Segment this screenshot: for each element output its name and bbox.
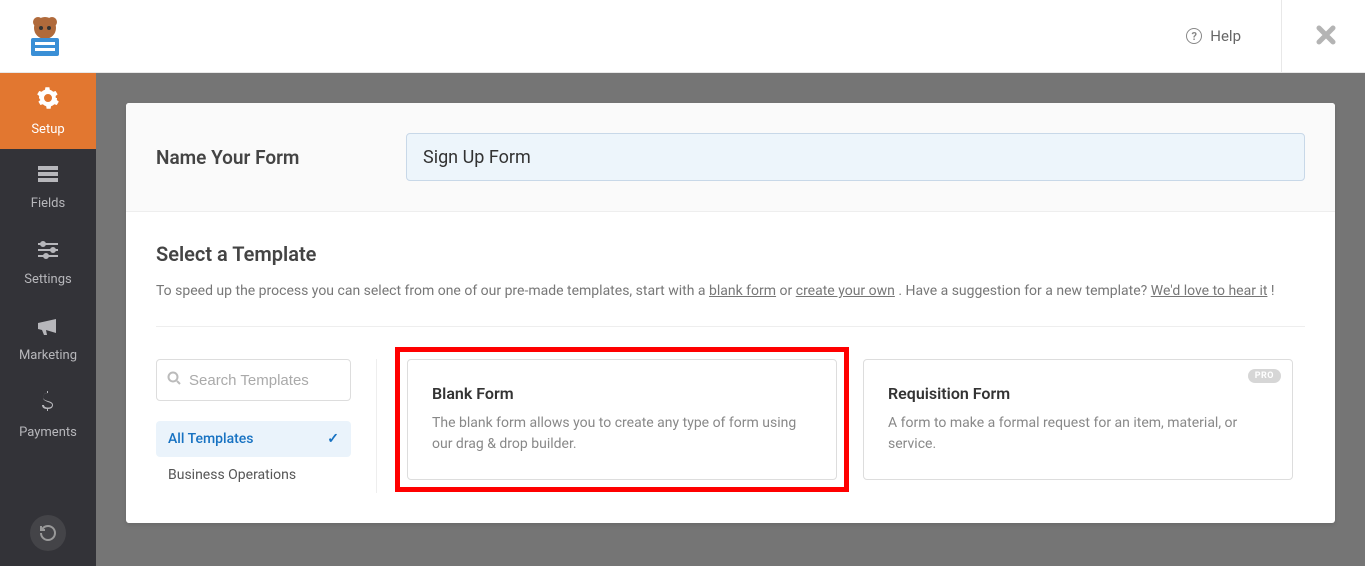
- form-name-input[interactable]: [406, 133, 1305, 181]
- category-label: Business Operations: [168, 467, 296, 483]
- topbar: ? Help: [0, 0, 1365, 73]
- topbar-right: ? Help: [1186, 0, 1345, 73]
- template-cards: Blank Form The blank form allows you to …: [376, 359, 1305, 493]
- search-templates[interactable]: [156, 359, 351, 401]
- template-card-blank-form-wrap: Blank Form The blank form allows you to …: [407, 359, 837, 480]
- search-icon: [167, 371, 181, 389]
- history-button[interactable]: [30, 515, 66, 551]
- feedback-link[interactable]: We'd love to hear it: [1151, 283, 1268, 299]
- desc-text: To speed up the process you can select f…: [156, 283, 709, 299]
- help-link[interactable]: ? Help: [1186, 27, 1241, 45]
- category-business-operations[interactable]: Business Operations: [156, 457, 351, 493]
- blank-form-link[interactable]: blank form: [709, 283, 776, 299]
- sidebar-label: Marketing: [19, 348, 77, 363]
- megaphone-icon: [36, 316, 60, 342]
- category-all-templates[interactable]: All Templates ✓: [156, 421, 351, 457]
- template-body: All Templates ✓ Business Operations Blan…: [156, 326, 1305, 493]
- category-label: All Templates: [168, 431, 254, 447]
- card-title: Blank Form: [432, 384, 812, 403]
- close-button[interactable]: [1307, 20, 1345, 53]
- sidebar-item-payments[interactable]: Payments: [0, 377, 96, 453]
- check-icon: ✓: [327, 431, 339, 447]
- sidebar-item-settings[interactable]: Settings: [0, 225, 96, 301]
- sidebar-label: Settings: [24, 272, 71, 287]
- close-icon: [1315, 24, 1337, 46]
- create-own-link[interactable]: create your own: [796, 283, 895, 299]
- list-icon: [36, 164, 60, 190]
- gear-icon: [36, 86, 60, 116]
- desc-text: . Have a suggestion for a new template?: [898, 283, 1150, 299]
- divider: [1281, 0, 1282, 73]
- template-left-column: All Templates ✓ Business Operations: [156, 359, 351, 493]
- desc-text: !: [1271, 283, 1275, 299]
- form-name-label: Name Your Form: [156, 146, 366, 169]
- sidebar: Setup Fields Settings Marketing Payments: [0, 73, 96, 566]
- card-title: Requisition Form: [888, 384, 1268, 403]
- sidebar-bottom: [0, 515, 96, 566]
- sidebar-label: Fields: [31, 196, 65, 211]
- template-section: Select a Template To speed up the proces…: [126, 212, 1335, 523]
- history-icon: [39, 524, 57, 542]
- sidebar-label: Payments: [19, 425, 77, 440]
- desc-text: or: [780, 283, 796, 299]
- pro-badge: PRO: [1248, 369, 1281, 383]
- template-card-requisition[interactable]: Requisition Form A form to make a formal…: [863, 359, 1293, 480]
- setup-panel: Name Your Form Select a Template To spee…: [126, 103, 1335, 523]
- dollar-icon: [41, 391, 55, 419]
- app-logo: [15, 6, 75, 66]
- template-desc: To speed up the process you can select f…: [156, 280, 1305, 302]
- sidebar-label: Setup: [31, 122, 64, 137]
- category-list: All Templates ✓ Business Operations: [156, 421, 351, 493]
- sidebar-item-marketing[interactable]: Marketing: [0, 301, 96, 377]
- help-label: Help: [1210, 27, 1241, 45]
- card-desc: The blank form allows you to create any …: [432, 413, 812, 455]
- help-icon: ?: [1186, 28, 1202, 44]
- name-section: Name Your Form: [126, 103, 1335, 212]
- card-desc: A form to make a formal request for an i…: [888, 413, 1268, 455]
- wpforms-logo-icon: [21, 12, 69, 60]
- sidebar-item-fields[interactable]: Fields: [0, 149, 96, 225]
- template-title: Select a Template: [156, 242, 1305, 266]
- sliders-icon: [36, 240, 60, 266]
- template-card-requisition-wrap: Requisition Form A form to make a formal…: [863, 359, 1293, 480]
- search-input[interactable]: [189, 372, 340, 389]
- template-card-blank-form[interactable]: Blank Form The blank form allows you to …: [407, 359, 837, 480]
- sidebar-item-setup[interactable]: Setup: [0, 73, 96, 149]
- content-backdrop: Name Your Form Select a Template To spee…: [96, 73, 1365, 566]
